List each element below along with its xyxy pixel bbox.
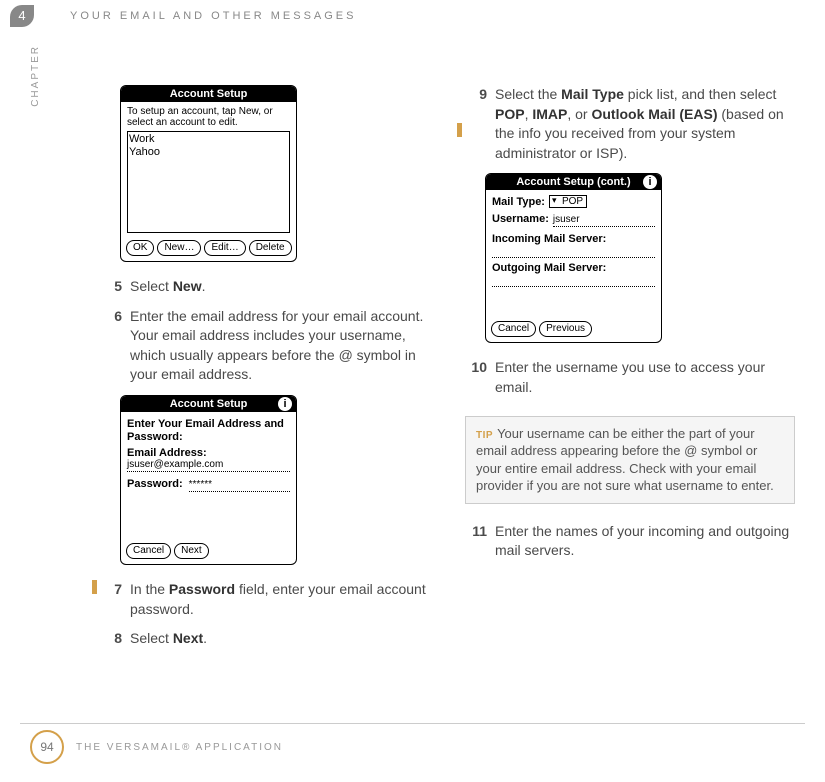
- email-field[interactable]: jsuser@example.com: [127, 459, 290, 472]
- next-button[interactable]: Next: [174, 543, 209, 559]
- list-item[interactable]: Yahoo: [129, 146, 288, 159]
- delete-button[interactable]: Delete: [249, 240, 292, 256]
- step-6: 6 Enter the email address for your email…: [100, 307, 430, 385]
- previous-button[interactable]: Previous: [539, 321, 592, 337]
- palm-window-mail-type: Account Setup (cont.) i Mail Type: POP U…: [485, 173, 662, 343]
- step-text: Select the Mail Type pick list, and then…: [495, 85, 795, 163]
- email-label: Email Address:: [127, 447, 290, 459]
- password-field[interactable]: ******: [189, 479, 290, 492]
- step-10: 10 Enter the username you use to access …: [465, 358, 795, 397]
- list-item[interactable]: Work: [129, 133, 288, 146]
- palm-window-email-password: Account Setup i Enter Your Email Address…: [120, 395, 297, 565]
- footer-title: THE VERSAMAIL® APPLICATION: [76, 742, 283, 753]
- step-number: 9: [465, 85, 495, 163]
- step-number: 10: [465, 358, 495, 397]
- step-9: 9 Select the Mail Type pick list, and th…: [465, 85, 795, 163]
- mailtype-dropdown[interactable]: POP: [549, 195, 587, 208]
- info-icon[interactable]: i: [643, 175, 657, 189]
- step-text: Enter the username you use to access you…: [495, 358, 795, 397]
- cancel-button[interactable]: Cancel: [126, 543, 171, 559]
- step-text: Select Next.: [130, 629, 430, 649]
- tip-label: TIP: [476, 430, 493, 441]
- tip-text: Your username can be either the part of …: [476, 426, 774, 494]
- edit-button[interactable]: Edit…: [204, 240, 245, 256]
- incoming-label: Incoming Mail Server:: [492, 233, 655, 245]
- palm-titlebar: Account Setup i: [121, 396, 296, 412]
- account-listbox[interactable]: Work Yahoo: [127, 131, 290, 233]
- step-number: 6: [100, 307, 130, 385]
- info-icon[interactable]: i: [278, 397, 292, 411]
- step-text: Select New.: [130, 277, 430, 297]
- step-8: 8 Select Next.: [100, 629, 430, 649]
- step-text: In the Password field, enter your email …: [130, 580, 430, 619]
- cancel-button[interactable]: Cancel: [491, 321, 536, 337]
- username-label: Username:: [492, 213, 549, 225]
- outgoing-label: Outgoing Mail Server:: [492, 262, 655, 274]
- username-field[interactable]: jsuser: [553, 214, 655, 227]
- ok-button[interactable]: OK: [126, 240, 154, 256]
- chapter-badge: 4: [10, 5, 34, 27]
- page-footer: 94 THE VERSAMAIL® APPLICATION: [20, 723, 805, 764]
- palm-titlebar: Account Setup (cont.) i: [486, 174, 661, 190]
- palm-heading: Enter Your Email Address and Password:: [127, 418, 290, 443]
- tip-box: TIPYour username can be either the part …: [465, 416, 795, 504]
- step-text: Enter the email address for your email a…: [130, 307, 430, 385]
- accent-tick-icon: [92, 580, 97, 594]
- outgoing-field[interactable]: [492, 274, 655, 287]
- incoming-field[interactable]: [492, 245, 655, 258]
- palm-title: Account Setup (cont.): [516, 176, 630, 188]
- step-text: Enter the names of your incoming and out…: [495, 522, 795, 561]
- step-number: 7: [100, 580, 130, 619]
- step-number: 8: [100, 629, 130, 649]
- step-number: 5: [100, 277, 130, 297]
- left-column: Account Setup To setup an account, tap N…: [100, 85, 430, 712]
- palm-titlebar: Account Setup: [121, 86, 296, 102]
- palm-window-account-list: Account Setup To setup an account, tap N…: [120, 85, 297, 262]
- new-button[interactable]: New…: [157, 240, 201, 256]
- page-number: 94: [30, 730, 64, 764]
- step-5: 5 Select New.: [100, 277, 430, 297]
- accent-tick-icon: [457, 123, 462, 137]
- password-label: Password:: [127, 478, 183, 490]
- step-number: 11: [465, 522, 495, 561]
- mailtype-label: Mail Type:: [492, 196, 545, 208]
- palm-title: Account Setup: [170, 88, 248, 100]
- palm-title: Account Setup: [170, 398, 248, 410]
- step-7: 7 In the Password field, enter your emai…: [100, 580, 430, 619]
- chapter-label: CHAPTER: [30, 45, 41, 107]
- running-header: YOUR EMAIL AND OTHER MESSAGES: [70, 10, 356, 22]
- step-11: 11 Enter the names of your incoming and …: [465, 522, 795, 561]
- page-content: Account Setup To setup an account, tap N…: [100, 85, 795, 712]
- right-column: 9 Select the Mail Type pick list, and th…: [465, 85, 795, 712]
- palm-instruction: To setup an account, tap New, or select …: [127, 106, 290, 128]
